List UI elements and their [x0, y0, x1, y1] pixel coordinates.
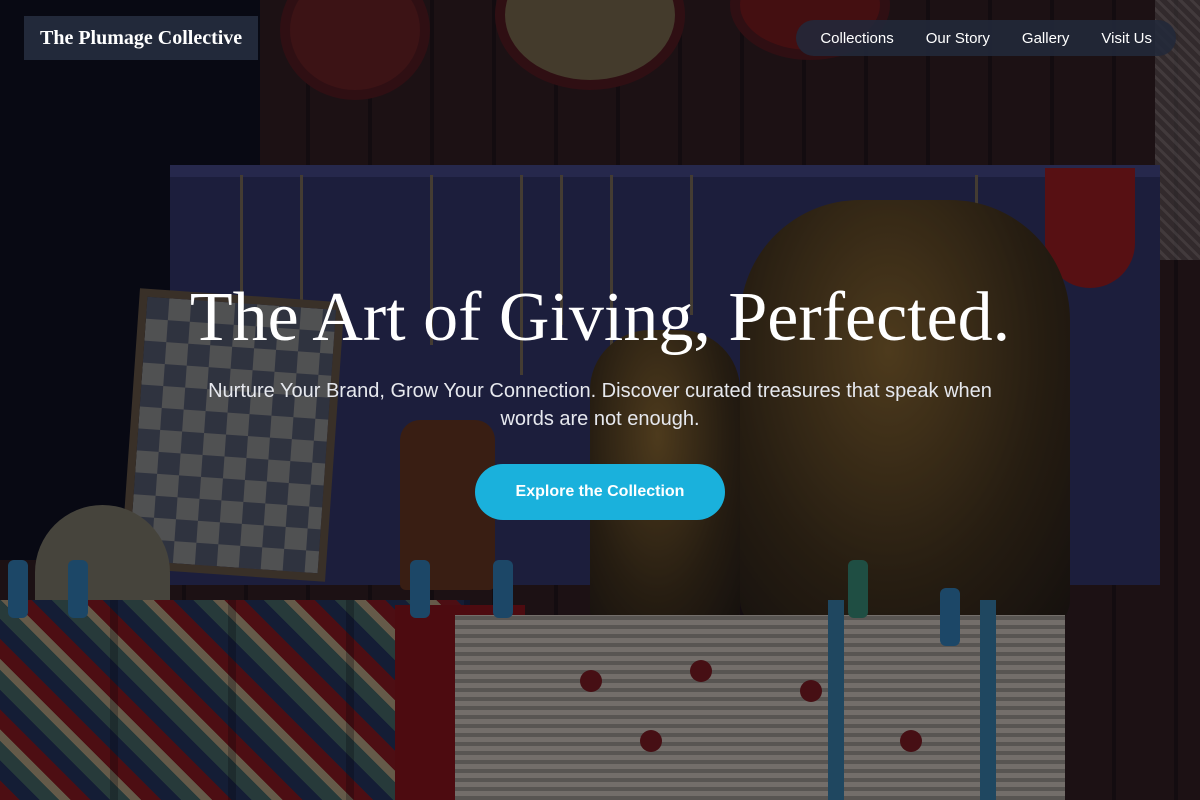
hero-subtitle: Nurture Your Brand, Grow Your Connection… — [208, 380, 992, 430]
nav-link-gallery[interactable]: Gallery — [1006, 30, 1086, 47]
explore-collection-button[interactable]: Explore the Collection — [475, 464, 725, 520]
brand-logo[interactable]: The Plumage Collective — [24, 16, 259, 60]
nav-link-visit-us[interactable]: Visit Us — [1085, 30, 1168, 47]
nav-link-collections[interactable]: Collections — [804, 30, 909, 47]
main-nav: Collections Our Story Gallery Visit Us — [796, 20, 1176, 56]
hero-section: The Plumage Collective Collections Our S… — [0, 0, 1200, 800]
hero-headline: The Art of Giving, Perfected. — [189, 279, 1011, 356]
nav-link-our-story[interactable]: Our Story — [910, 30, 1006, 47]
